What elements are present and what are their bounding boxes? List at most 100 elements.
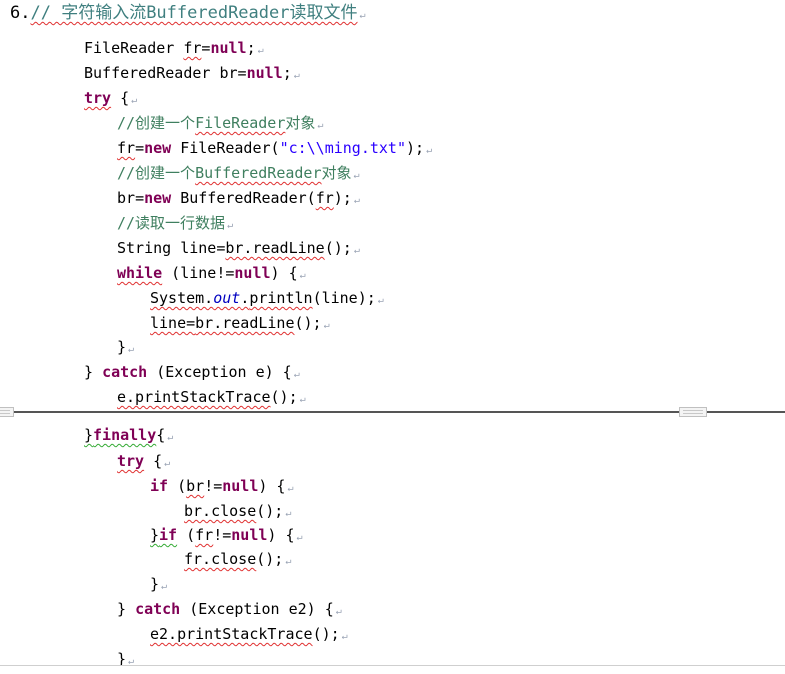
code-token: br.readLine	[195, 314, 295, 332]
code-token: new	[144, 189, 172, 207]
paragraph-mark-icon: ↵	[299, 270, 306, 281]
heading-text: // 字符输入流BufferedReader读取文件	[30, 3, 358, 23]
section-heading: 6.// 字符输入流BufferedReader读取文件 ↵	[10, 3, 366, 23]
paragraph-mark-icon: ↵	[167, 432, 174, 443]
paragraph-mark-icon: ↵	[161, 581, 168, 592]
paragraph-mark-icon: ↵	[257, 45, 264, 56]
code-token: FileReader	[195, 114, 286, 132]
code-token: ();	[256, 502, 284, 520]
code-line: fr.close(); ↵	[184, 549, 291, 569]
code-token: BufferedReader	[195, 164, 322, 182]
code-token: ();	[256, 550, 284, 568]
code-token: FileReader	[84, 39, 184, 57]
code-token: (	[168, 477, 187, 495]
heading-number: 6.	[10, 3, 31, 23]
code-line: System.out.println(line); ↵	[150, 288, 384, 308]
code-token: out	[213, 289, 241, 307]
code-token: e.printStackTrace	[117, 388, 271, 406]
code-token: =	[135, 139, 145, 157]
code-line: if (br!=null) {↵	[150, 476, 294, 496]
code-token: ();	[270, 388, 298, 406]
document-page: 6.// 字符输入流BufferedReader读取文件 ↵ FileReader…	[0, 0, 785, 674]
code-token: fr	[315, 189, 334, 207]
code-token: {	[156, 426, 166, 444]
code-token: //创建一个	[117, 114, 196, 132]
code-token: }	[117, 600, 136, 618]
paragraph-mark-icon: ↵	[296, 532, 303, 543]
code-token: ();	[312, 625, 340, 643]
code-token: {	[144, 452, 163, 470]
paragraph-mark-icon: ↵	[285, 508, 292, 519]
code-token: if	[150, 477, 169, 495]
code-token: (Exception e2) {	[180, 600, 334, 618]
code-comment: //创建一个FileReader对象 ↵	[117, 113, 323, 133]
code-token: fr	[183, 39, 202, 57]
paragraph-mark-icon: ↵	[341, 631, 348, 642]
code-token: (	[177, 526, 196, 544]
code-token: =	[237, 64, 247, 82]
code-token: if	[159, 526, 178, 544]
code-line: try {↵	[117, 451, 170, 471]
code-token: fr	[195, 526, 214, 544]
code-token: println	[249, 289, 313, 307]
code-token: System.	[150, 289, 214, 307]
code-line: } ↵	[117, 337, 134, 357]
code-token: null	[231, 526, 268, 544]
paragraph-mark-icon: ↵	[353, 245, 360, 256]
paragraph-mark-icon: ↵	[299, 394, 306, 405]
code-token: ) {	[258, 477, 286, 495]
code-line: try {↵	[84, 88, 137, 108]
page-break-marker-icon	[679, 407, 707, 417]
code-line: BufferedReader br=null; ↵	[84, 63, 300, 83]
code-token: try	[84, 89, 112, 107]
paragraph-mark-icon: ↵	[164, 458, 171, 469]
code-line: } ↵	[150, 574, 167, 594]
code-token: ;	[246, 39, 256, 57]
code-token: }	[150, 575, 160, 593]
paragraph-mark-icon: ↵	[293, 70, 300, 81]
code-token: br.readLine	[225, 239, 325, 257]
code-comment: //读取一行数据 ↵	[117, 213, 233, 233]
code-token: br	[117, 189, 136, 207]
code-token: }	[150, 526, 160, 544]
paragraph-mark-icon: ↵	[287, 483, 294, 494]
code-token: ;	[282, 64, 292, 82]
code-token: );	[333, 189, 352, 207]
code-token: FileReader(	[171, 139, 280, 157]
code-token: line=	[150, 314, 196, 332]
code-token: 对象	[285, 114, 316, 132]
code-token: null	[234, 264, 271, 282]
code-token: br.close	[184, 502, 257, 520]
code-line: String line=br.readLine(); ↵	[117, 238, 360, 258]
paragraph-mark-icon: ↵	[359, 10, 366, 21]
paragraph-mark-icon: ↵	[353, 195, 360, 206]
code-line: }if (fr!=null) {↵	[150, 525, 303, 545]
code-token: (line!=	[162, 264, 235, 282]
code-token: =	[135, 189, 145, 207]
code-token: (Exception e) {	[147, 363, 292, 381]
code-token: catch	[135, 600, 181, 618]
code-token: fr	[117, 139, 136, 157]
code-token: }	[84, 426, 94, 444]
code-token: ();	[324, 239, 352, 257]
code-token: BufferedReader	[84, 64, 220, 82]
code-line: FileReader fr=null; ↵	[84, 38, 264, 58]
code-token: finally	[93, 426, 157, 444]
code-line: e2.printStackTrace(); ↵	[150, 624, 348, 644]
code-token: ();	[294, 314, 322, 332]
page-break-marker-icon	[0, 407, 14, 417]
page-break-line	[0, 411, 785, 413]
paragraph-mark-icon: ↵	[426, 145, 433, 156]
paragraph-mark-icon: ↵	[128, 344, 135, 355]
code-token: br	[219, 64, 238, 82]
paragraph-mark-icon: ↵	[335, 606, 342, 617]
code-token: br	[186, 477, 205, 495]
code-line: }finally{↵	[84, 425, 173, 445]
paragraph-mark-icon: ↵	[353, 170, 360, 181]
code-token: null	[210, 39, 247, 57]
paragraph-mark-icon: ↵	[285, 556, 292, 567]
code-token: fr.close	[184, 550, 257, 568]
code-token: String line=	[117, 239, 226, 257]
code-line: } catch (Exception e) {↵	[84, 362, 300, 382]
code-line: br.close(); ↵	[184, 501, 291, 521]
